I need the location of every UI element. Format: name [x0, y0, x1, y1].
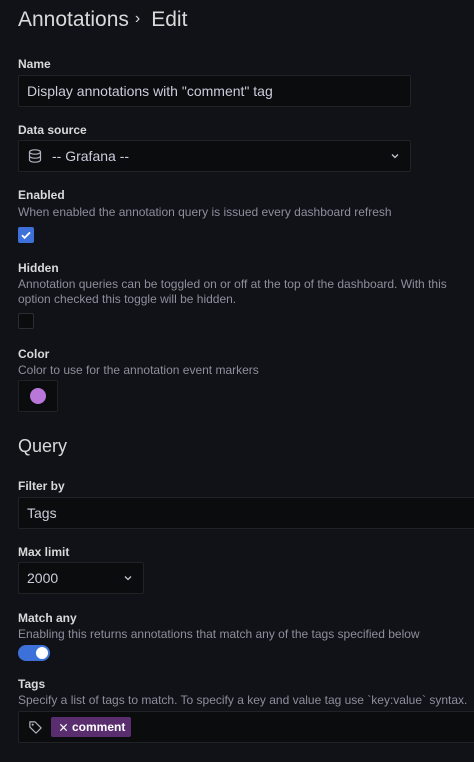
remove-tag-icon[interactable] — [59, 723, 68, 732]
tag-icon — [28, 720, 43, 735]
max-limit-label: Max limit — [18, 545, 70, 559]
match-any-toggle[interactable] — [18, 645, 50, 661]
match-any-label: Match any — [18, 611, 77, 625]
name-label: Name — [18, 57, 51, 71]
enabled-description: When enabled the annotation query is iss… — [18, 205, 392, 219]
enabled-checkbox[interactable] — [18, 227, 34, 243]
tags-input[interactable]: comment — [18, 711, 474, 743]
chevron-down-icon — [390, 151, 400, 161]
annotation-edit-page: Annotations › Edit Name Display annotati… — [0, 0, 474, 762]
toggle-knob — [36, 647, 48, 659]
color-description: Color to use for the annotation event ma… — [18, 363, 259, 377]
database-icon — [27, 148, 43, 164]
filter-by-select[interactable]: Tags — [18, 497, 474, 529]
data-source-select[interactable]: -- Grafana -- — [18, 140, 411, 172]
filter-by-label: Filter by — [18, 479, 65, 493]
tag-pill-comment: comment — [51, 717, 132, 737]
hidden-description: Annotation queries can be toggled on or … — [18, 277, 447, 306]
tags-description: Specify a list of tags to match. To spec… — [18, 693, 468, 707]
color-swatch — [30, 388, 46, 404]
max-limit-value: 2000 — [27, 570, 59, 586]
query-section-title: Query — [18, 436, 68, 456]
breadcrumb-annotations-link[interactable]: Annotations — [18, 8, 129, 32]
data-source-value: -- Grafana -- — [52, 148, 130, 164]
chevron-down-icon — [123, 573, 133, 583]
hidden-checkbox[interactable] — [18, 313, 34, 329]
breadcrumb: Annotations › Edit — [18, 6, 187, 34]
enabled-label: Enabled — [18, 188, 65, 202]
tags-label: Tags — [18, 677, 46, 691]
name-input-value: Display annotations with "comment" tag — [27, 83, 273, 99]
color-label: Color — [18, 347, 50, 361]
hidden-label: Hidden — [18, 261, 59, 275]
color-picker-button[interactable] — [18, 380, 58, 412]
tag-pill-label: comment — [72, 720, 126, 734]
max-limit-select[interactable]: 2000 — [18, 562, 144, 594]
breadcrumb-separator: › — [134, 10, 141, 27]
breadcrumb-current: Edit — [151, 8, 188, 31]
checkmark-icon — [21, 231, 31, 240]
filter-by-value: Tags — [27, 505, 57, 521]
name-input[interactable]: Display annotations with "comment" tag — [18, 75, 411, 107]
data-source-label: Data source — [18, 123, 87, 137]
match-any-description: Enabling this returns annotations that m… — [18, 627, 420, 641]
